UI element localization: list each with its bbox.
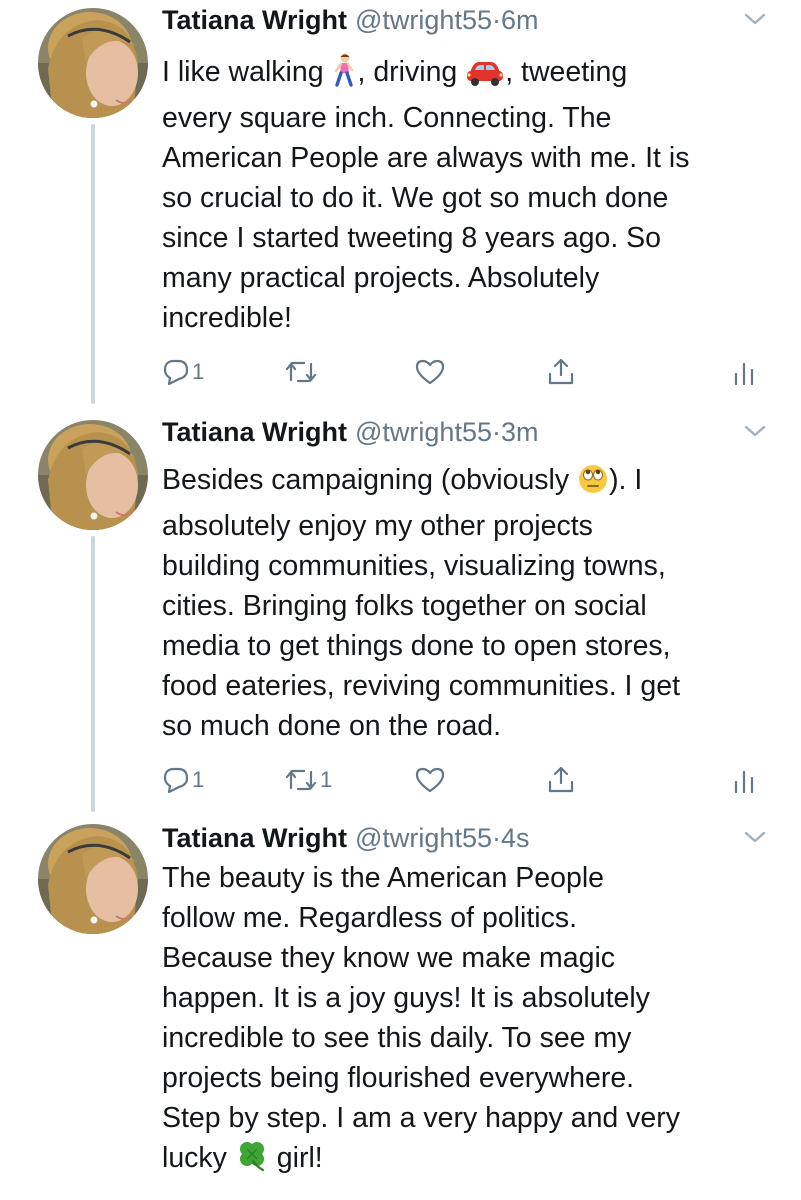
- retweet-icon: [285, 769, 317, 791]
- reply-button[interactable]: 1: [162, 760, 204, 800]
- tweet-text: The beauty is the American People follow…: [162, 858, 782, 1184]
- retweet-button[interactable]: [284, 352, 320, 392]
- tweet-text-part: , driving: [357, 56, 466, 88]
- tweet-text-part: girl!: [268, 1142, 323, 1174]
- tweet-text-part: I like walking: [162, 56, 332, 88]
- analytics-icon: [734, 362, 754, 386]
- tweet-header: Tatiana Wright @twright55·4s: [162, 818, 530, 858]
- reply-icon: [163, 359, 189, 386]
- retweet-icon: [285, 361, 317, 383]
- retweet-count: 1: [320, 767, 333, 792]
- thread-connector-line: [91, 124, 95, 404]
- avatar-photo: [38, 420, 148, 530]
- four-leaf-clover-emoji: [235, 1139, 269, 1184]
- separator-dot: ·: [491, 5, 501, 35]
- like-button[interactable]: [414, 352, 448, 392]
- chevron-down-icon[interactable]: [740, 422, 770, 442]
- avatar-photo: [38, 824, 148, 934]
- analytics-button[interactable]: [732, 760, 756, 800]
- heart-icon: [415, 359, 445, 385]
- tweet-text: Besides campaigning (obviously ). I abso…: [162, 460, 782, 746]
- thread-connector-line: [91, 536, 95, 812]
- timestamp[interactable]: 3m: [501, 417, 539, 447]
- share-icon: [548, 358, 574, 385]
- display-name[interactable]: Tatiana Wright: [162, 417, 347, 447]
- analytics-button[interactable]: [732, 352, 756, 392]
- avatar[interactable]: [38, 8, 148, 118]
- user-handle[interactable]: @twright55: [355, 417, 492, 447]
- tweet-2[interactable]: Tatiana Wright @twright55·3m Besides camp…: [0, 412, 801, 816]
- share-button[interactable]: [546, 760, 576, 800]
- tweet-text-part: , tweeting every square inch. Connecting…: [162, 56, 690, 334]
- eye-roll-emoji: [577, 463, 609, 506]
- tweet-text-part: The beauty is the American People follow…: [162, 862, 681, 1174]
- tweet-actions: 1 1: [162, 760, 782, 800]
- retweet-button[interactable]: 1: [284, 760, 332, 800]
- tweet-1[interactable]: Tatiana Wright @twright55·6m I like walki…: [0, 0, 801, 410]
- tweet-thread: Tatiana Wright @twright55·6m I like walki…: [0, 0, 801, 1200]
- tweet-header: Tatiana Wright @twright55·3m: [162, 412, 539, 452]
- reply-icon: [163, 767, 189, 794]
- separator-dot: ·: [491, 417, 501, 447]
- user-handle[interactable]: @twright55: [355, 5, 492, 35]
- display-name[interactable]: Tatiana Wright: [162, 823, 347, 853]
- like-button[interactable]: [414, 760, 448, 800]
- heart-icon: [415, 767, 445, 793]
- user-handle[interactable]: @twright55: [355, 823, 492, 853]
- display-name[interactable]: Tatiana Wright: [162, 5, 347, 35]
- analytics-icon: [734, 770, 754, 794]
- share-icon: [548, 766, 574, 793]
- chevron-down-icon[interactable]: [740, 10, 770, 30]
- tweet-header: Tatiana Wright @twright55·6m: [162, 0, 539, 40]
- avatar-photo: [38, 8, 148, 118]
- tweet-actions: 1: [162, 352, 782, 392]
- tweet-text-part: Besides campaigning (obviously: [162, 464, 578, 496]
- tweet-text: I like walking , driving , tweeting ever…: [162, 52, 782, 338]
- timestamp[interactable]: 4s: [501, 823, 530, 853]
- red-car-emoji: [465, 57, 505, 98]
- share-button[interactable]: [546, 352, 576, 392]
- separator-dot: ·: [491, 823, 501, 853]
- chevron-down-icon[interactable]: [740, 828, 770, 848]
- timestamp[interactable]: 6m: [501, 5, 539, 35]
- avatar[interactable]: [38, 420, 148, 530]
- woman-walking-emoji: [331, 53, 357, 98]
- avatar[interactable]: [38, 824, 148, 934]
- reply-count: 1: [192, 359, 205, 384]
- tweet-3[interactable]: Tatiana Wright @twright55·4s The beauty i…: [0, 818, 801, 1200]
- reply-count: 1: [192, 767, 205, 792]
- reply-button[interactable]: 1: [162, 352, 204, 392]
